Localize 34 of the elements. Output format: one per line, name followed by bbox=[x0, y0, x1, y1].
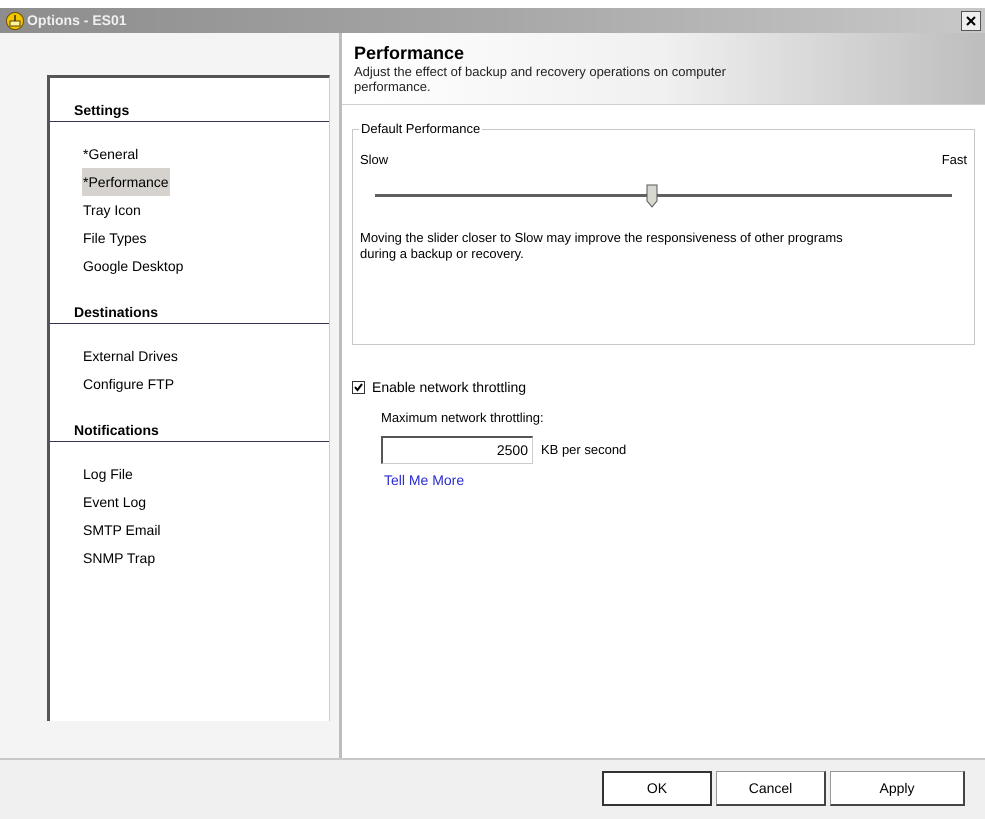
slider-max-label: Fast bbox=[942, 151, 967, 169]
unit-label: KB per second bbox=[541, 440, 626, 459]
field-label: Maximum network throttling: bbox=[381, 409, 544, 427]
tell-me-more-link[interactable]: Tell Me More bbox=[384, 470, 464, 490]
navigation-item[interactable]: *Performance bbox=[82, 168, 170, 196]
navigation-item[interactable]: External Drives bbox=[82, 342, 179, 370]
performance-slider[interactable] bbox=[375, 184, 952, 210]
navigation-item[interactable]: Google Desktop bbox=[82, 252, 184, 280]
dialog-button[interactable]: Apply bbox=[830, 771, 965, 806]
navigation-item[interactable]: Configure FTP bbox=[82, 370, 176, 398]
section-heading: Notifications bbox=[74, 422, 159, 438]
navigation-item[interactable]: Event Log bbox=[82, 488, 148, 516]
navigation-item[interactable]: *General bbox=[82, 140, 140, 168]
close-icon bbox=[966, 16, 976, 26]
page-description: Adjust the effect of backup and recovery operations on computer performance. bbox=[354, 64, 727, 94]
throttling-input[interactable]: 2500 bbox=[381, 436, 533, 464]
slider-min-label: Slow bbox=[360, 151, 388, 169]
dialog-button[interactable]: OK bbox=[602, 771, 712, 806]
window-title: Options - ES01 bbox=[27, 11, 127, 30]
close-button[interactable] bbox=[961, 10, 981, 30]
navigation-item[interactable]: File Types bbox=[82, 224, 148, 252]
navigation-item[interactable]: SNMP Trap bbox=[82, 544, 156, 572]
page-title: Performance bbox=[354, 42, 466, 64]
section-heading: Settings bbox=[74, 102, 130, 118]
checkbox-label: Enable network throttling bbox=[372, 378, 526, 397]
section-heading: Destinations bbox=[74, 304, 158, 320]
navigation-item[interactable]: SMTP Email bbox=[82, 516, 162, 544]
slider-thumb[interactable] bbox=[646, 184, 658, 208]
dialog-button[interactable]: Cancel bbox=[716, 771, 826, 806]
slider-note: Moving the slider closer to Slow may improve the responsiveness of other programs during a backup or recovery. bbox=[360, 230, 844, 262]
navigation-item[interactable]: Tray Icon bbox=[82, 196, 142, 224]
cake-icon bbox=[6, 12, 24, 30]
navigation-item[interactable]: Log File bbox=[82, 460, 134, 488]
throttling-checkbox[interactable] bbox=[352, 381, 365, 394]
